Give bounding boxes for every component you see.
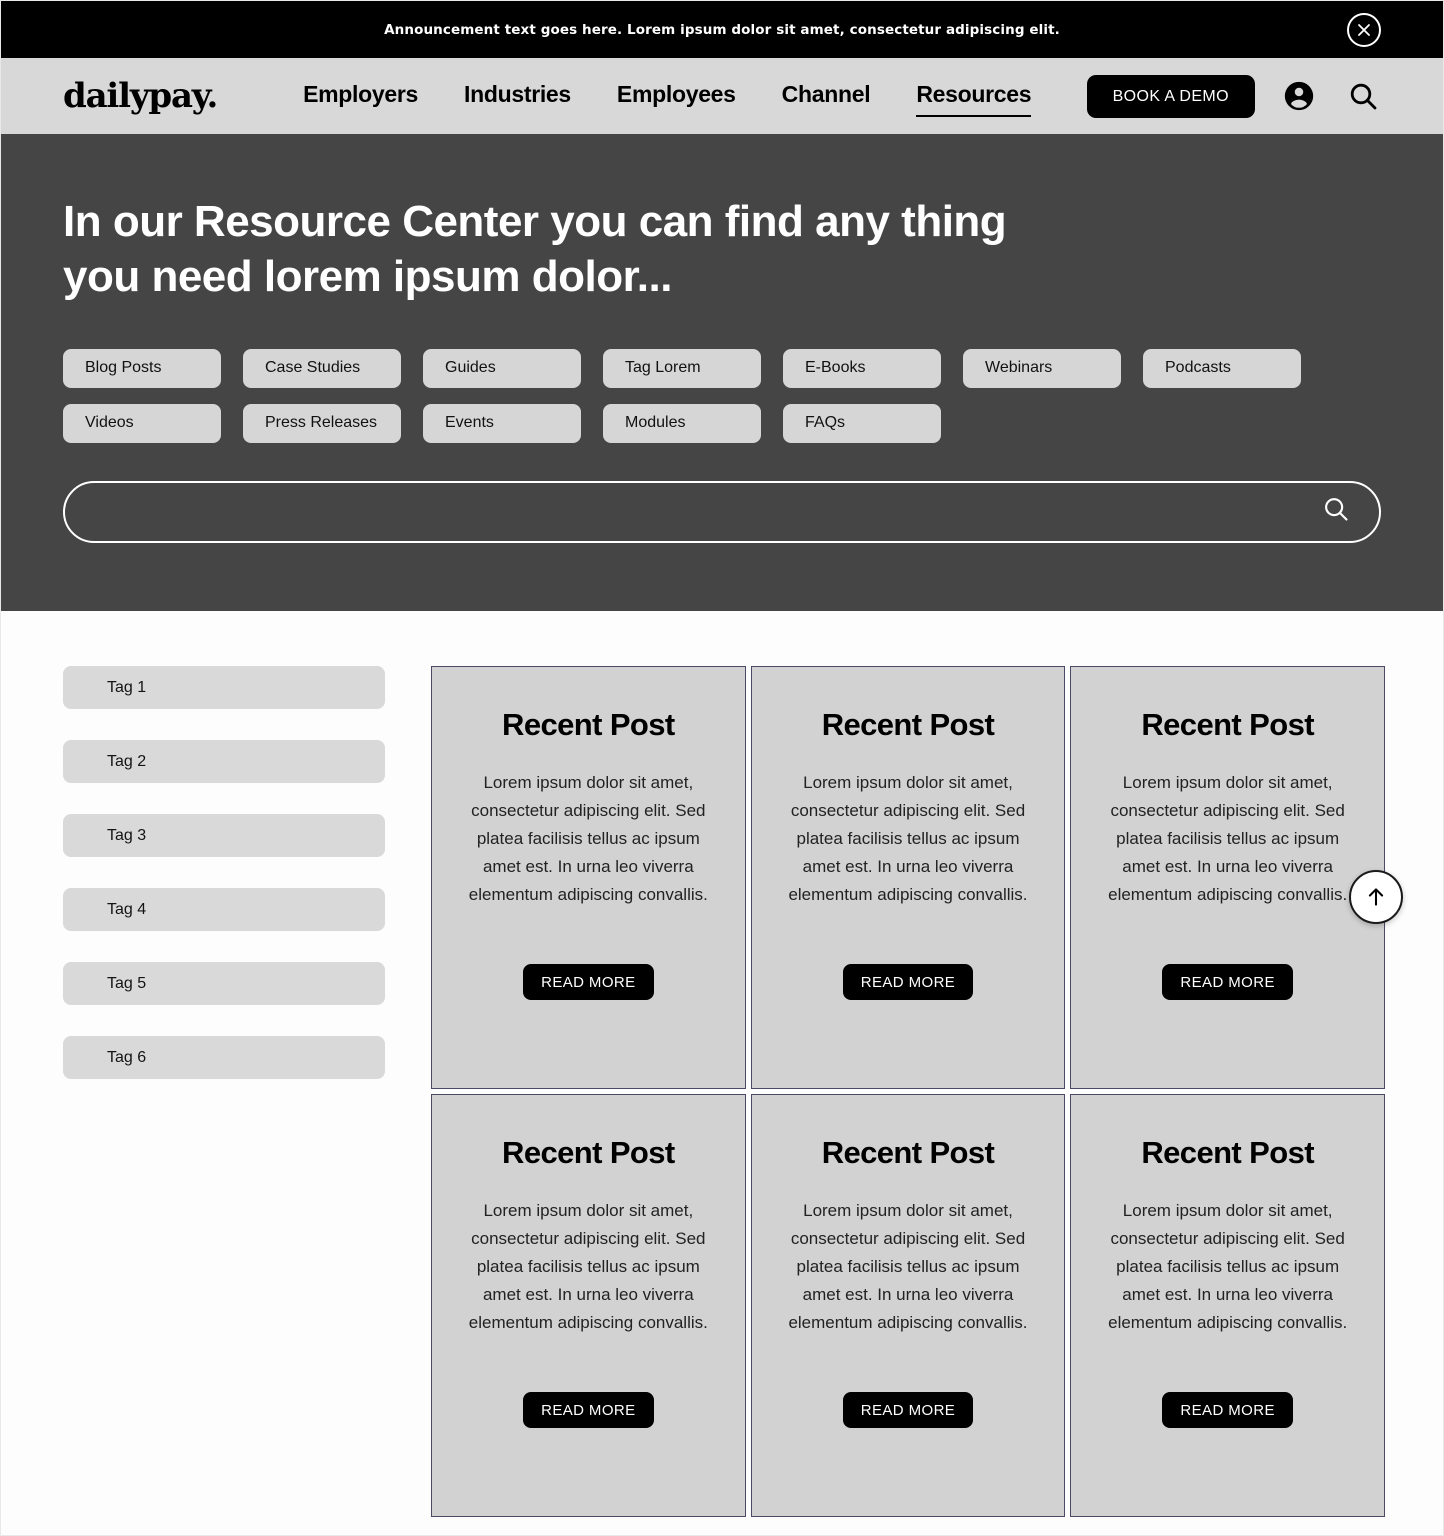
sidebar-tag-6[interactable]: Tag 6 — [63, 1036, 385, 1079]
read-more-button[interactable]: READ MORE — [523, 1392, 654, 1429]
posts-grid: Recent Post Lorem ipsum dolor sit amet, … — [431, 666, 1385, 1517]
post-card[interactable]: Recent Post Lorem ipsum dolor sit amet, … — [1070, 666, 1385, 1089]
sidebar-tag-5[interactable]: Tag 5 — [63, 962, 385, 1005]
filter-chip-webinars[interactable]: Webinars — [963, 348, 1121, 388]
book-a-demo-button[interactable]: BOOK A DEMO — [1086, 74, 1255, 118]
nav-link-industries[interactable]: Industries — [464, 81, 571, 111]
filter-chip-e-books[interactable]: E-Books — [783, 348, 941, 388]
nav-link-resources[interactable]: Resources — [916, 81, 1032, 117]
announcement-bar: Announcement text goes here. Lorem ipsum… — [1, 1, 1443, 58]
read-more-button[interactable]: READ MORE — [842, 964, 974, 1001]
read-more-button[interactable]: READ MORE — [1162, 1392, 1293, 1429]
dailypay-logo[interactable]: dailypay. — [63, 79, 218, 113]
post-card[interactable]: Recent Post Lorem ipsum dolor sit amet, … — [1070, 1094, 1385, 1517]
filter-chip-faqs[interactable]: FAQs — [783, 403, 941, 443]
resource-search-bar[interactable] — [63, 480, 1381, 543]
close-icon[interactable] — [1347, 12, 1381, 47]
filter-chip-videos[interactable]: Videos — [63, 403, 221, 443]
filter-chip-press-releases[interactable]: Press Releases — [243, 403, 401, 443]
close-x-glyph — [1358, 23, 1370, 36]
sidebar-tag-3[interactable]: Tag 3 — [63, 814, 385, 857]
post-title: Recent Post — [502, 1135, 675, 1170]
arrow-up-icon — [1368, 888, 1384, 906]
post-title: Recent Post — [821, 707, 995, 742]
filter-chip-guides[interactable]: Guides — [423, 348, 581, 388]
read-more-button[interactable]: READ MORE — [842, 1392, 974, 1429]
filter-chip-blog-posts[interactable]: Blog Posts — [63, 348, 221, 388]
scroll-to-top-button[interactable] — [1349, 870, 1403, 924]
tag-sidebar: Tag 1 Tag 2 Tag 3 Tag 4 Tag 5 Tag 6 — [63, 666, 385, 1110]
search-input[interactable] — [95, 501, 1321, 522]
posts-area: Recent Post Lorem ipsum dolor sit amet, … — [431, 666, 1403, 1517]
nav-actions: BOOK A DEMO — [1086, 74, 1383, 118]
sidebar-tag-4[interactable]: Tag 4 — [63, 888, 385, 931]
filter-chip-modules[interactable]: Modules — [603, 403, 761, 443]
post-card[interactable]: Recent Post Lorem ipsum dolor sit amet, … — [431, 1094, 746, 1517]
filter-chip-case-studies[interactable]: Case Studies — [243, 348, 401, 388]
post-excerpt: Lorem ipsum dolor sit amet, consectetur … — [468, 1201, 708, 1332]
hero-section: In our Resource Center you can find any … — [1, 134, 1443, 611]
post-excerpt: Lorem ipsum dolor sit amet, consectetur … — [468, 773, 708, 904]
post-excerpt: Lorem ipsum dolor sit amet, consectetur … — [1108, 773, 1348, 904]
category-filter-row-1: Blog Posts Case Studies Guides Tag Lorem… — [63, 348, 1381, 388]
search-glyph — [1350, 83, 1377, 110]
account-circle-icon[interactable] — [1279, 76, 1319, 116]
post-card[interactable]: Recent Post Lorem ipsum dolor sit amet, … — [750, 666, 1066, 1089]
filter-chip-events[interactable]: Events — [423, 403, 581, 443]
post-title: Recent Post — [502, 707, 675, 742]
page-title: In our Resource Center you can find any … — [63, 197, 1007, 302]
account-circle-glyph — [1284, 81, 1314, 111]
search-glyph — [1325, 498, 1348, 521]
post-card[interactable]: Recent Post Lorem ipsum dolor sit amet, … — [431, 666, 746, 1089]
post-excerpt: Lorem ipsum dolor sit amet, consectetur … — [788, 773, 1028, 904]
main-navbar: dailypay. Employers Industries Employees… — [1, 58, 1443, 134]
search-icon[interactable] — [1343, 76, 1383, 116]
read-more-button[interactable]: READ MORE — [523, 964, 654, 1001]
nav-link-employers[interactable]: Employers — [303, 81, 418, 111]
filter-chip-podcasts[interactable]: Podcasts — [1143, 348, 1301, 388]
post-title: Recent Post — [1141, 707, 1314, 742]
filter-chip-tag-lorem[interactable]: Tag Lorem — [603, 348, 761, 388]
post-title: Recent Post — [821, 1135, 995, 1170]
search-icon[interactable] — [1321, 494, 1351, 529]
post-excerpt: Lorem ipsum dolor sit amet, consectetur … — [1108, 1201, 1348, 1332]
post-excerpt: Lorem ipsum dolor sit amet, consectetur … — [788, 1201, 1028, 1332]
content-area: Tag 1 Tag 2 Tag 3 Tag 4 Tag 5 Tag 6 Rece… — [1, 611, 1443, 1517]
resource-center-page: Announcement text goes here. Lorem ipsum… — [0, 0, 1444, 1536]
category-filters: Blog Posts Case Studies Guides Tag Lorem… — [63, 348, 1381, 443]
post-title: Recent Post — [1141, 1135, 1314, 1170]
announcement-text: Announcement text goes here. Lorem ipsum… — [384, 21, 1060, 38]
sidebar-tag-1[interactable]: Tag 1 — [63, 666, 385, 709]
nav-link-employees[interactable]: Employees — [617, 81, 736, 111]
category-filter-row-2: Videos Press Releases Events Modules FAQ… — [63, 403, 1381, 443]
post-card[interactable]: Recent Post Lorem ipsum dolor sit amet, … — [750, 1094, 1066, 1517]
sidebar-tag-2[interactable]: Tag 2 — [63, 740, 385, 783]
read-more-button[interactable]: READ MORE — [1162, 964, 1293, 1001]
nav-links: Employers Industries Employees Channel R… — [303, 81, 1032, 117]
nav-link-channel[interactable]: Channel — [782, 81, 871, 111]
